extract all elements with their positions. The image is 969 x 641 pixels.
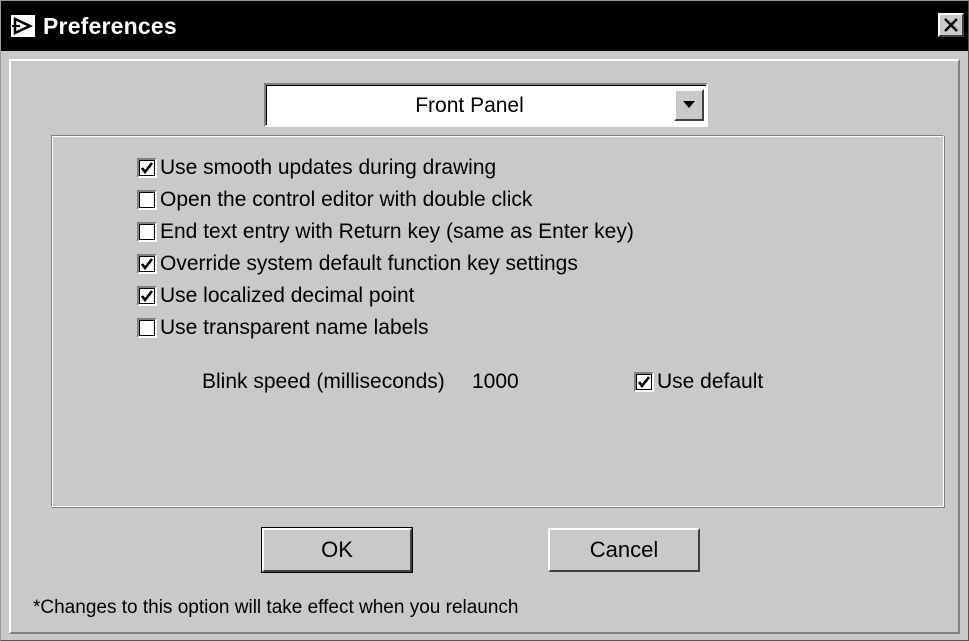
use-default-label: Use default	[657, 370, 764, 393]
checkbox-control-editor-double-click[interactable]	[137, 190, 157, 210]
option-use-default[interactable]: Use default	[634, 368, 763, 396]
checkbox-transparent-labels[interactable]	[137, 318, 157, 338]
category-selected-value: Front Panel	[415, 94, 524, 117]
checkbox-localized-decimal[interactable]	[137, 286, 157, 306]
checkbox-use-default[interactable]	[634, 372, 654, 392]
relaunch-footnote: *Changes to this option will take effect…	[33, 597, 519, 618]
option-label: Open the control editor with double clic…	[160, 188, 533, 211]
option-control-editor-double-click[interactable]: Open the control editor with double clic…	[137, 186, 532, 214]
checkbox-smooth-updates[interactable]	[137, 158, 157, 178]
ok-button[interactable]: OK	[261, 527, 413, 573]
preferences-window: Preferences Front Panel Use smooth updat…	[0, 0, 969, 641]
window-title: Preferences	[43, 13, 177, 39]
checkbox-override-function-keys[interactable]	[137, 254, 157, 274]
option-label: End text entry with Return key (same as …	[160, 220, 634, 243]
options-group: Use smooth updates during drawing Open t…	[51, 135, 944, 507]
option-label: Override system default function key set…	[160, 252, 578, 275]
close-button[interactable]	[938, 13, 964, 37]
close-icon	[944, 18, 958, 32]
option-label: Use localized decimal point	[160, 284, 415, 307]
title-bar[interactable]: Preferences	[1, 1, 968, 51]
checkbox-return-key[interactable]	[137, 222, 157, 242]
labview-run-arrow-icon	[9, 13, 37, 39]
blink-speed-label: Blink speed (milliseconds)	[202, 370, 445, 393]
category-dropdown[interactable]: Front Panel	[264, 83, 708, 127]
cancel-button[interactable]: Cancel	[548, 528, 700, 572]
option-label: Use transparent name labels	[160, 316, 429, 339]
option-override-function-keys[interactable]: Override system default function key set…	[137, 250, 578, 278]
blink-speed-value[interactable]: 1000	[472, 368, 519, 396]
option-label: Use smooth updates during drawing	[160, 156, 497, 179]
dialog-body: Front Panel Use smooth updates during dr…	[9, 59, 960, 634]
chevron-down-icon	[683, 101, 695, 108]
option-transparent-labels[interactable]: Use transparent name labels	[137, 314, 428, 342]
option-localized-decimal[interactable]: Use localized decimal point	[137, 282, 414, 310]
option-return-key[interactable]: End text entry with Return key (same as …	[137, 218, 634, 246]
option-smooth-updates[interactable]: Use smooth updates during drawing	[137, 154, 496, 182]
dropdown-arrow-button[interactable]	[674, 89, 704, 121]
